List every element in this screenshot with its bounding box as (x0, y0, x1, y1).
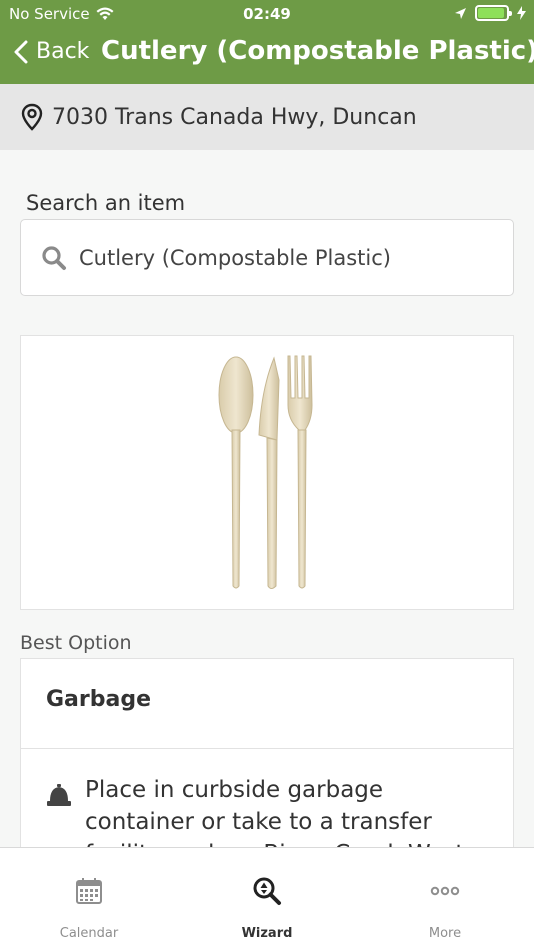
more-icon (430, 886, 460, 896)
location-address: 7030 Trans Canada Hwy, Duncan (52, 104, 417, 130)
option-divider (21, 748, 513, 749)
cutlery-image (218, 355, 313, 589)
item-image-card (20, 335, 514, 610)
option-title: Garbage (46, 687, 152, 712)
status-bar: No Service 02:49 (0, 0, 534, 28)
search-label: Search an item (26, 191, 186, 215)
charging-bolt-icon (517, 6, 526, 20)
back-label: Back (36, 39, 90, 64)
garbage-bin-icon (47, 784, 71, 806)
location-arrow-icon (455, 7, 466, 19)
battery-icon (475, 5, 512, 21)
best-option-card: Garbage Place in curbside garbage contai… (20, 658, 514, 858)
tab-bar: Calendar Wizard More (0, 847, 534, 950)
back-button[interactable]: Back (14, 39, 89, 64)
option-description: Place in curbside garbage container or t… (85, 777, 479, 857)
search-icon (42, 245, 66, 270)
status-right (454, 5, 526, 21)
calendar-icon (76, 878, 102, 904)
tab-wizard[interactable]: Wizard (178, 848, 356, 950)
wizard-search-icon (253, 877, 281, 905)
tab-calendar-label: Calendar (59, 926, 119, 941)
tab-calendar[interactable]: Calendar (0, 848, 178, 950)
map-pin-icon (21, 103, 43, 131)
search-input[interactable] (79, 245, 479, 270)
best-option-label: Best Option (20, 632, 132, 654)
tab-more[interactable]: More (356, 848, 534, 950)
chevron-left-icon (14, 40, 28, 63)
location-bar[interactable]: 7030 Trans Canada Hwy, Duncan (0, 84, 534, 150)
top-bar: No Service 02:49 Back Cutlery (Compostab… (0, 0, 534, 84)
navigation-bar: Back Cutlery (Compostable Plastic) (0, 28, 534, 84)
tab-more-label: More (428, 926, 462, 941)
page-title: Cutlery (Compostable Plastic) (101, 36, 534, 66)
search-box[interactable] (20, 219, 514, 296)
tab-wizard-label: Wizard (241, 926, 293, 941)
